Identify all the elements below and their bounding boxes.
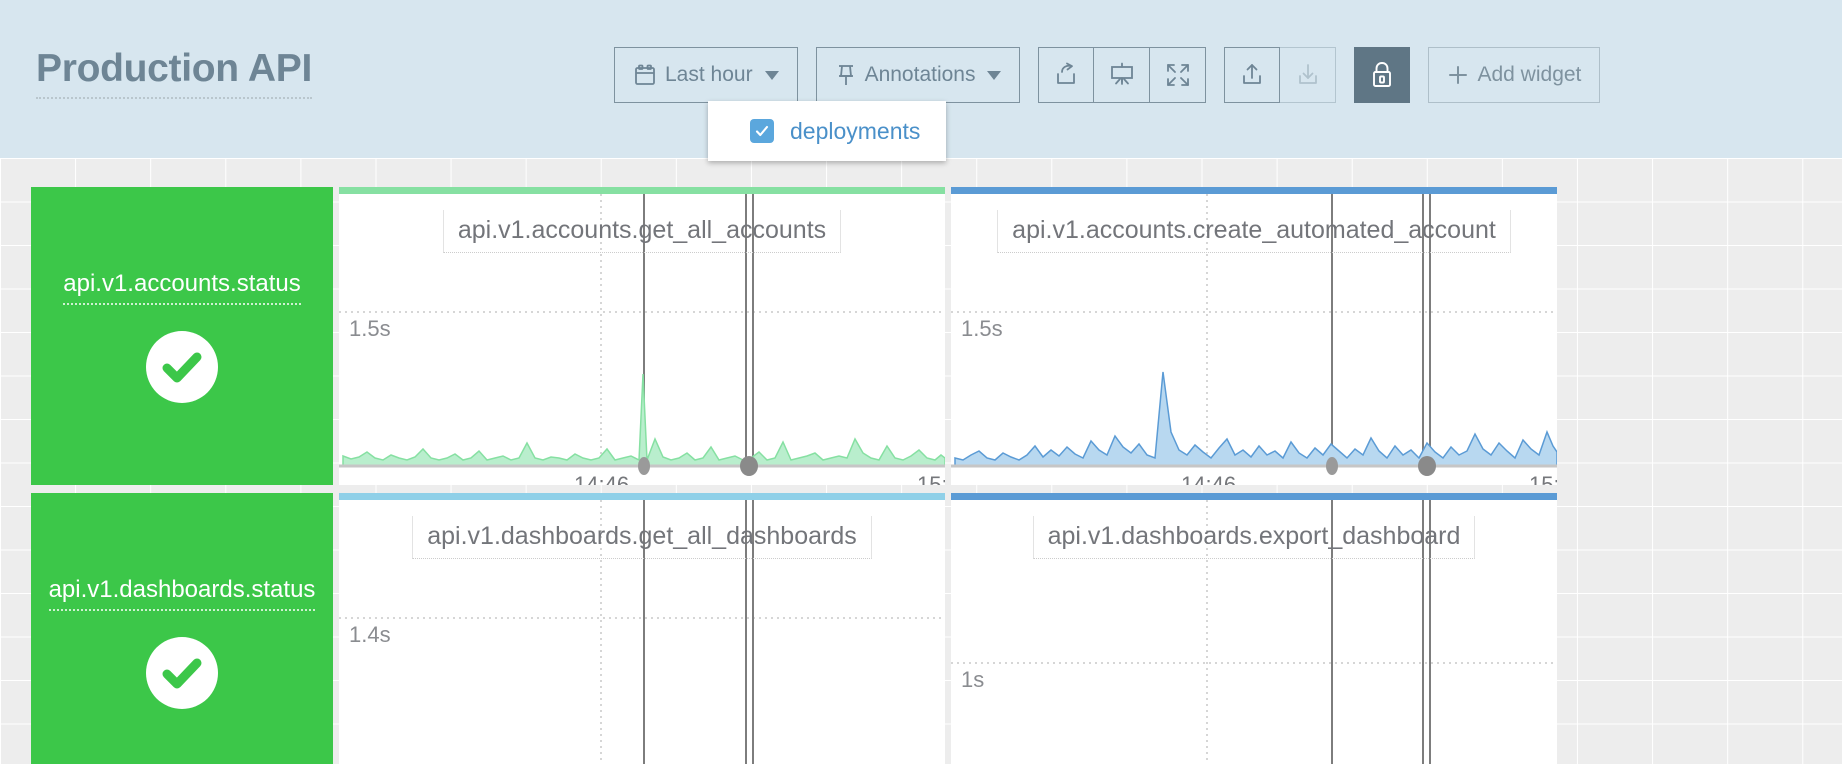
chart-plot-area: [339, 500, 945, 764]
add-widget-group: Add widget: [1428, 47, 1601, 103]
lock-group: [1354, 47, 1411, 103]
dashboard-page: api.v1.accounts.status api.v1.dashboards…: [0, 0, 1842, 764]
status-tile-title: api.v1.accounts.status: [63, 270, 301, 305]
time-range-label: Last hour: [665, 63, 753, 86]
lock-button[interactable]: [1354, 47, 1411, 103]
upload-button[interactable]: [1224, 47, 1281, 103]
status-tile-accounts[interactable]: api.v1.accounts.status: [31, 187, 333, 485]
widgets-canvas: api.v1.accounts.status api.v1.dashboards…: [0, 158, 1842, 764]
lock-icon: [1369, 61, 1395, 89]
download-icon: [1295, 62, 1321, 88]
chart-dashboards-export-dashboard[interactable]: api.v1.dashboards.export_dashboard 1s: [951, 493, 1557, 764]
annotations-label: Annotations: [864, 63, 976, 86]
download-button[interactable]: [1280, 47, 1337, 103]
check-circle-icon: [146, 330, 218, 403]
annotation-checkbox-deployments[interactable]: [750, 119, 774, 143]
share-icon: [1053, 62, 1079, 88]
view-actions-group: [1038, 47, 1207, 103]
annotations-group: Annotations: [815, 47, 1021, 103]
chart-plot-area: [951, 194, 1557, 476]
add-widget-button[interactable]: Add widget: [1428, 47, 1601, 103]
chart-accounts-create-automated-account[interactable]: api.v1.accounts.create_automated_account…: [951, 187, 1557, 485]
check-circle-icon: [146, 636, 218, 709]
fullscreen-button[interactable]: [1150, 47, 1207, 103]
chart-plot-area: [951, 500, 1557, 764]
pin-icon: [835, 63, 857, 87]
chevron-down-icon: [764, 70, 779, 80]
upload-icon: [1239, 62, 1265, 88]
annotation-label-deployments[interactable]: deployments: [790, 118, 920, 145]
status-tile-dashboards[interactable]: api.v1.dashboards.status: [31, 493, 333, 764]
time-range-group: Last hour: [614, 47, 798, 103]
fullscreen-icon: [1165, 62, 1191, 88]
annotations-dropdown: deployments: [708, 101, 946, 161]
share-button[interactable]: [1038, 47, 1095, 103]
status-tile-title: api.v1.dashboards.status: [48, 576, 316, 611]
chevron-down-icon: [987, 70, 1002, 80]
chart-accounts-get-all-accounts[interactable]: api.v1.accounts.get_all_accounts 1.5s 14…: [339, 187, 945, 485]
chart-plot-area: [339, 194, 945, 476]
calendar-icon: [633, 63, 657, 87]
time-range-button[interactable]: Last hour: [614, 47, 798, 103]
presentation-button[interactable]: [1094, 47, 1151, 103]
chart-dashboards-get-all-dashboards[interactable]: api.v1.dashboards.get_all_dashboards 1.4…: [339, 493, 945, 764]
page-title[interactable]: Production API: [36, 47, 312, 99]
plus-icon: [1447, 64, 1469, 86]
transfer-actions-group: [1224, 47, 1337, 103]
add-widget-label: Add widget: [1477, 63, 1582, 86]
presentation-icon: [1109, 62, 1135, 88]
annotations-button[interactable]: Annotations: [815, 47, 1021, 103]
dashboard-toolbar: Last hour Annotations Add widget: [614, 47, 1601, 103]
